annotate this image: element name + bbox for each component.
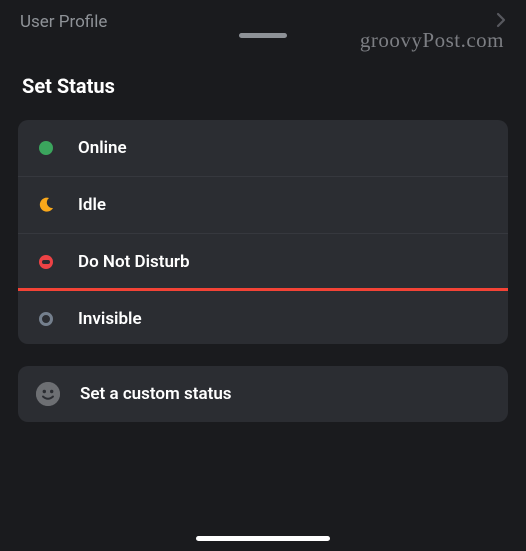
status-label: Invisible — [78, 309, 142, 329]
chevron-right-icon — [496, 12, 506, 32]
custom-status-label: Set a custom status — [80, 384, 232, 404]
status-option-online[interactable]: Online — [18, 120, 508, 177]
dnd-icon — [36, 252, 56, 272]
status-option-dnd[interactable]: Do Not Disturb — [18, 234, 508, 291]
sheet-title: Set Status — [18, 62, 508, 120]
online-icon — [36, 138, 56, 158]
home-indicator — [196, 536, 330, 541]
smiley-icon — [36, 382, 60, 406]
invisible-icon — [36, 309, 56, 329]
status-option-invisible[interactable]: Invisible — [18, 288, 508, 344]
sheet-drag-handle[interactable] — [239, 33, 287, 38]
set-custom-status-button[interactable]: Set a custom status — [18, 366, 508, 422]
status-label: Do Not Disturb — [78, 252, 190, 272]
status-label: Idle — [78, 195, 106, 215]
idle-icon — [36, 195, 56, 215]
status-options-card: Online Idle Do Not Disturb Invisible — [18, 120, 508, 344]
header-title: User Profile — [20, 12, 107, 32]
status-label: Online — [78, 138, 127, 158]
status-option-idle[interactable]: Idle — [18, 177, 508, 234]
set-status-sheet: Set Status Online Idle Do Not Disturb In… — [0, 62, 526, 422]
